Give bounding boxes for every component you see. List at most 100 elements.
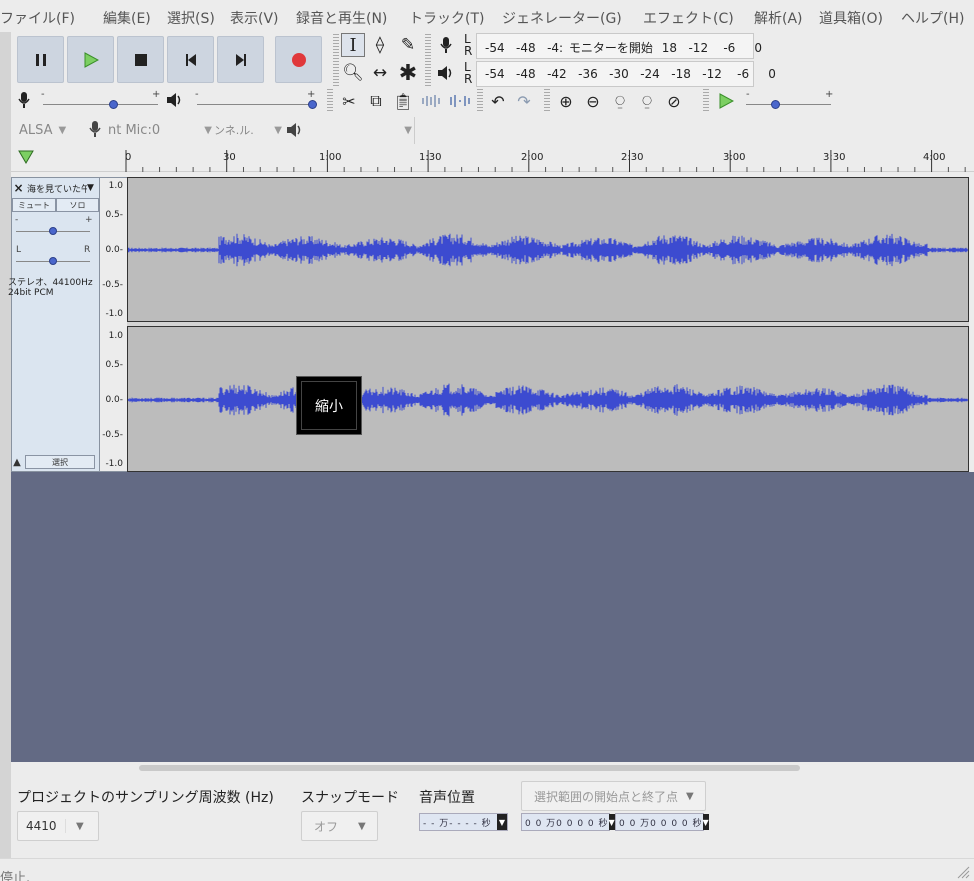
redo-icon: ↷	[517, 91, 531, 111]
menu-select[interactable]: 選択(S)	[167, 8, 215, 28]
fit-selection-icon: ⍜	[615, 91, 625, 110]
menu-analyze[interactable]: 解析(A)	[754, 8, 803, 28]
mute-button[interactable]: ミュート	[12, 198, 56, 212]
track-name[interactable]: 海を見ていた午	[27, 182, 87, 195]
play-button[interactable]	[67, 36, 114, 83]
copy-button[interactable]: ⧉	[364, 89, 388, 113]
gain-thumb[interactable]	[49, 227, 57, 235]
menu-tools[interactable]: 道具箱(O)	[819, 8, 883, 28]
slider-plus: +	[152, 89, 161, 100]
channels-select[interactable]: ンネ.ル. ▼	[214, 118, 282, 142]
silence-audio-icon	[450, 95, 470, 107]
play-icon	[719, 93, 734, 109]
toolbar-grip[interactable]	[425, 34, 431, 86]
toolbar-grip[interactable]	[333, 34, 339, 86]
record-volume-thumb[interactable]	[109, 100, 118, 109]
pause-button[interactable]	[17, 36, 64, 83]
pencil-icon: ✎	[400, 35, 416, 55]
menu-effect[interactable]: エフェクト(C)	[643, 8, 734, 28]
audio-host-select[interactable]: ALSA ▼	[19, 118, 81, 142]
time-shift-tool[interactable]: ↔	[368, 61, 392, 85]
select-track-label: 選択	[52, 457, 68, 467]
recording-device-select[interactable]: nt Mic:0 ▼	[108, 118, 212, 142]
chevron-down-icon: ▼	[274, 124, 282, 136]
envelope-icon: ⟠	[375, 35, 385, 55]
toolbar-grip[interactable]	[477, 89, 483, 113]
resize-grip-icon[interactable]	[956, 865, 970, 879]
selection-tool[interactable]: I	[341, 33, 365, 57]
skip-start-button[interactable]	[167, 36, 214, 83]
record-meter-scale-tail: 18 -12 -6 0	[661, 41, 763, 55]
close-track-icon[interactable]: ×	[12, 181, 25, 195]
silence-button[interactable]	[447, 89, 473, 113]
paste-button[interactable]: 📋︎	[391, 89, 415, 113]
skip-end-button[interactable]	[217, 36, 264, 83]
menu-edit[interactable]: 編集(E)	[103, 8, 151, 28]
fit-selection-button[interactable]: ⍜	[608, 89, 632, 113]
track-empty-area[interactable]	[11, 472, 974, 762]
play-meter-button[interactable]	[434, 61, 458, 85]
menu-file[interactable]: ファイル(F)	[0, 8, 75, 28]
track-menu-dropdown-icon[interactable]: ▼	[87, 183, 94, 193]
timeline-ruler[interactable]: 0 30 1:00 1:30 2:00 2:30 3:00 3:30 4:00	[11, 144, 974, 172]
zoom-out-button[interactable]: ⊖	[581, 89, 605, 113]
fit-project-button[interactable]: ⍜	[635, 89, 659, 113]
pin-head-button[interactable]	[17, 149, 35, 168]
skip-end-icon	[235, 53, 246, 66]
chevron-down-icon[interactable]: ▼	[608, 814, 615, 830]
pan-thumb[interactable]	[49, 257, 57, 265]
selection-start-field[interactable]: 0 0 万0 0 0 0 秒 ▼	[521, 813, 615, 831]
chevron-down-icon: ▼	[76, 820, 84, 832]
project-rate-value: 4410	[18, 819, 66, 833]
cut-button[interactable]: ✂	[337, 89, 361, 113]
play-at-speed-button[interactable]	[714, 89, 738, 113]
status-bar: 停止.	[0, 858, 974, 881]
menu-transport[interactable]: 録音と再生(N)	[296, 8, 387, 28]
undo-button[interactable]: ↶	[486, 89, 510, 113]
redo-button[interactable]: ↷	[512, 89, 536, 113]
select-track-button[interactable]: 選択	[25, 455, 95, 469]
collapse-icon[interactable]: ▲	[11, 455, 23, 469]
audio-position-label: 音声位置	[419, 790, 475, 806]
zoom-toggle-button[interactable]: ⊘	[662, 89, 686, 113]
play-meter[interactable]: -54 -48 -42 -36 -30 -24 -18 -12 -6 0	[476, 61, 776, 87]
toolbar-grip[interactable]	[703, 89, 709, 113]
pan-right-label: R	[84, 245, 91, 255]
selection-end-field[interactable]: 0 0 万0 0 0 0 秒 ▼	[615, 813, 709, 831]
menu-generate[interactable]: ジェネレーター(G)	[502, 8, 622, 28]
playback-volume-thumb[interactable]	[308, 100, 317, 109]
track-control-panel[interactable]: × 海を見ていた午 ▼ ミュート ソロ - + L R ステレオ、44100Hz…	[8, 177, 100, 472]
zoom-tool[interactable]: 🔍︎	[341, 61, 365, 85]
envelope-tool[interactable]: ⟠	[368, 33, 392, 57]
solo-button[interactable]: ソロ	[56, 198, 99, 212]
record-meter[interactable]: -54 -48 -4: モニターを開始 18 -12 -6 0	[476, 33, 762, 59]
play-speed-slider[interactable]	[746, 104, 831, 105]
timeline-ticks	[125, 150, 966, 172]
toolbar-grip[interactable]	[544, 89, 550, 113]
menu-tracks[interactable]: トラック(T)	[409, 8, 484, 28]
chevron-down-icon[interactable]: ▼	[497, 814, 507, 830]
snap-mode-select[interactable]: オフ ▼	[301, 811, 378, 841]
zoom-in-button[interactable]: ⊕	[554, 89, 578, 113]
project-rate-select[interactable]: 4410 ▼	[17, 811, 99, 841]
selection-mode-select[interactable]: 選択範囲の開始点と終了点 ▼	[521, 781, 706, 811]
toolbar-grip[interactable]	[327, 89, 333, 113]
trim-button[interactable]	[419, 89, 445, 113]
scrollbar-thumb[interactable]	[139, 765, 800, 771]
menu-help[interactable]: ヘルプ(H)	[901, 8, 964, 28]
draw-tool[interactable]: ✎	[396, 33, 420, 57]
record-volume-slider[interactable]	[43, 104, 158, 105]
menu-view[interactable]: 表示(V)	[230, 8, 279, 28]
monitor-start-label[interactable]: モニターを開始	[569, 41, 653, 55]
chevron-down-icon[interactable]: ▼	[702, 814, 709, 830]
playback-device-select[interactable]: ▼	[308, 118, 412, 142]
chevron-down-icon: ▼	[358, 820, 366, 832]
record-meter-button[interactable]	[434, 33, 458, 57]
play-speed-thumb[interactable]	[771, 100, 780, 109]
multi-tool[interactable]: ✱	[396, 61, 420, 86]
record-button[interactable]	[275, 36, 322, 83]
stop-button[interactable]	[117, 36, 164, 83]
copy-icon: ⧉	[370, 91, 382, 110]
audio-position-field[interactable]: - - 万- - - - 秒 ▼	[419, 813, 508, 831]
playback-volume-slider[interactable]	[197, 104, 314, 105]
